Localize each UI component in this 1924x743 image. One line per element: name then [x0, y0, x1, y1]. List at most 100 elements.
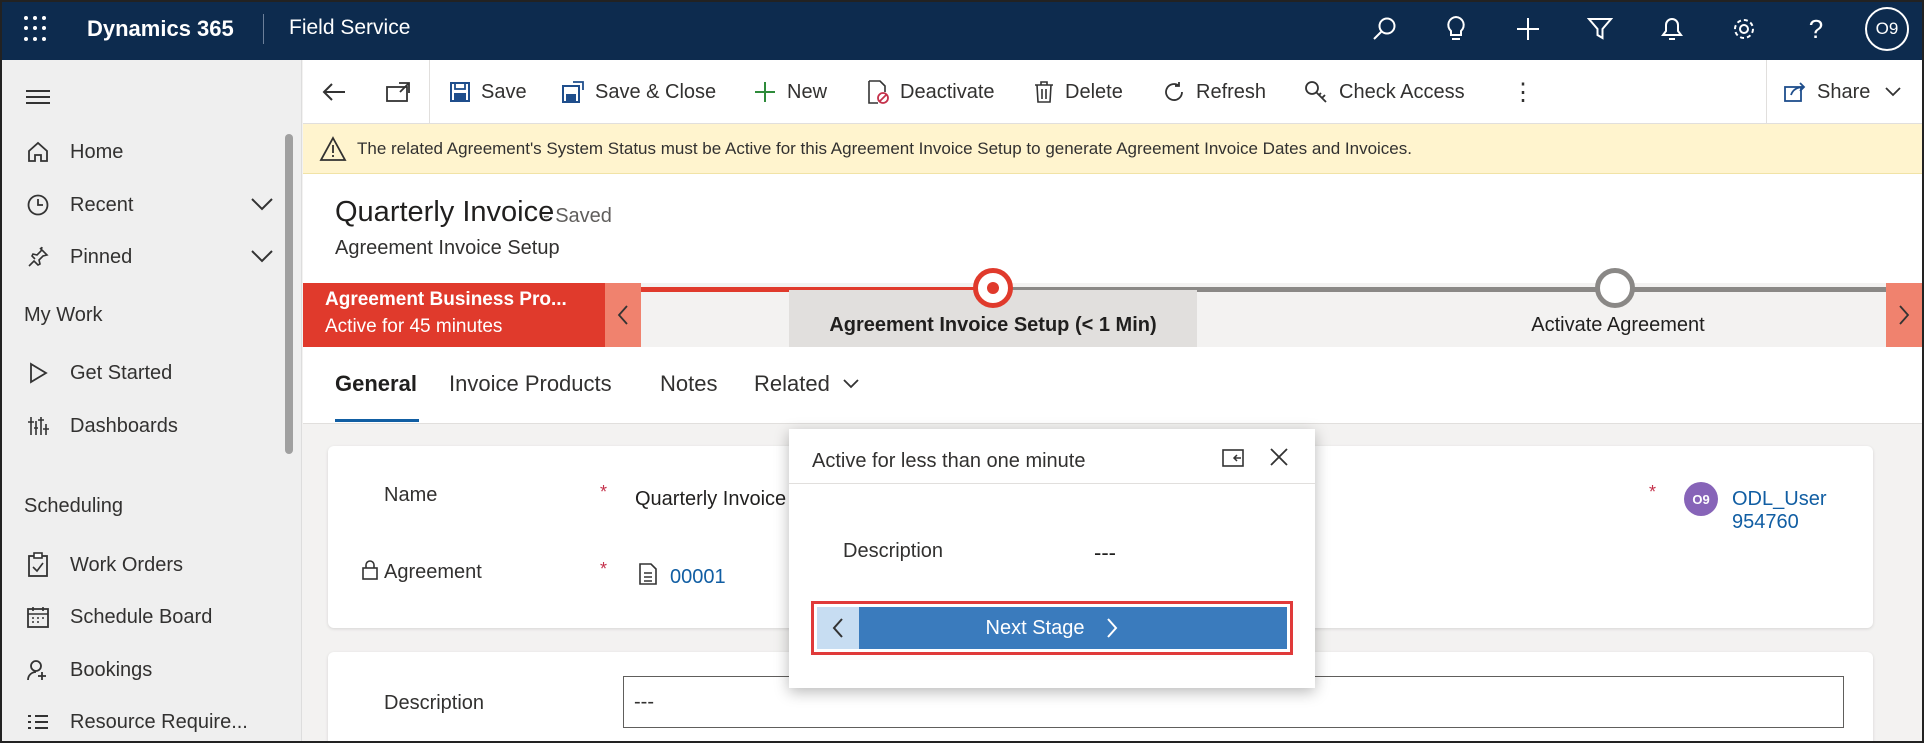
sidebar-item-resource-requirements[interactable]: Resource Require... [24, 702, 264, 741]
deactivate-icon [866, 79, 890, 105]
my-work-heading: My Work [24, 304, 103, 326]
chevron-down-icon[interactable] [250, 194, 274, 217]
app-frame: Dynamics 365 Field Service ? O9 Home Rec… [0, 0, 1924, 743]
dock-flyout-icon[interactable] [1219, 443, 1247, 471]
check-access-button[interactable]: Check Access [1303, 60, 1465, 124]
process-name: Agreement Business Pro... [325, 289, 567, 310]
process-duration: Active for 45 minutes [325, 316, 503, 337]
stage-flyout: Active for less than one minute Descript… [789, 429, 1315, 688]
sidebar-scrollbar[interactable] [285, 134, 293, 454]
agreement-lookup-link[interactable]: 00001 [670, 566, 726, 589]
command-bar: Save Save & Close New Deactivate Delete [303, 60, 1922, 124]
list-icon [24, 708, 52, 736]
sidebar-item-get-started[interactable]: Get Started [24, 353, 264, 393]
deactivate-button[interactable]: Deactivate [866, 60, 995, 124]
scheduling-heading: Scheduling [24, 495, 123, 517]
active-stage-marker[interactable] [973, 268, 1013, 308]
sidebar-item-label: Resource Require... [70, 710, 248, 733]
name-field[interactable]: Quarterly Invoice [635, 488, 786, 511]
save-button[interactable]: Save [449, 60, 527, 124]
sidebar-item-work-orders[interactable]: Work Orders [24, 545, 264, 585]
trash-icon [1033, 80, 1055, 104]
sidebar-item-recent[interactable]: Recent [24, 185, 273, 225]
plus-icon[interactable] [1513, 14, 1543, 44]
owner-lookup-link[interactable]: ODL_User 954760 [1732, 488, 1873, 534]
new-button[interactable]: New [753, 60, 827, 124]
chevron-down-icon[interactable] [250, 246, 274, 269]
required-indicator: * [600, 559, 608, 579]
close-icon[interactable] [1265, 443, 1293, 471]
refresh-icon [1162, 80, 1186, 104]
key-person-icon [1303, 80, 1329, 104]
tab-general[interactable]: General [335, 371, 417, 397]
dashboard-icon [24, 412, 52, 440]
search-icon[interactable] [1370, 14, 1400, 44]
next-stage-marker[interactable] [1595, 268, 1635, 308]
chevron-right-icon [1899, 305, 1910, 325]
tab-related[interactable]: Related [754, 371, 860, 397]
sidebar-item-label: Home [70, 140, 124, 163]
plus-icon [753, 80, 777, 104]
share-icon [1783, 81, 1807, 103]
stage-activate-agreement[interactable]: Activate Agreement [1403, 314, 1833, 337]
chevron-right-icon [1106, 617, 1118, 639]
refresh-button[interactable]: Refresh [1162, 60, 1266, 124]
bpf-previous-button[interactable] [605, 283, 641, 347]
top-navigation-bar: Dynamics 365 Field Service ? O9 [2, 2, 1922, 60]
hamburger-menu-icon[interactable] [26, 90, 50, 108]
bpf-next-button[interactable] [1886, 283, 1922, 347]
stage-label: Agreement Invoice Setup (< 1 Min) [829, 314, 1157, 336]
divider [263, 14, 264, 44]
required-indicator: * [1649, 482, 1657, 502]
process-name-panel[interactable]: Agreement Business Pro... Active for 45 … [303, 283, 605, 347]
filter-icon[interactable] [1585, 14, 1615, 44]
sidebar-item-label: Pinned [70, 245, 133, 268]
flyout-description-label: Description [843, 540, 944, 562]
sidebar-item-schedule-board[interactable]: Schedule Board [24, 597, 264, 637]
sidebar-item-label: Schedule Board [70, 605, 213, 628]
entity-name: Agreement Invoice Setup [335, 237, 560, 259]
pin-icon [24, 243, 52, 271]
sidebar: Home Recent Pinned My Work Get Started D… [2, 60, 302, 741]
required-indicator: * [600, 482, 608, 502]
bell-icon[interactable] [1657, 14, 1687, 44]
brand-name[interactable]: Dynamics 365 [87, 16, 234, 42]
owner-avatar: O9 [1684, 482, 1718, 516]
more-commands-icon[interactable]: ⋮ [1511, 60, 1535, 124]
clock-icon [24, 191, 52, 219]
flyout-description-value[interactable]: --- [1094, 540, 1116, 566]
calendar-icon [24, 603, 52, 631]
lock-icon [361, 559, 379, 586]
lightbulb-icon[interactable] [1441, 14, 1471, 44]
app-launcher-icon[interactable] [24, 16, 50, 42]
sidebar-item-bookings[interactable]: Bookings [24, 650, 264, 690]
flyout-title: Active for less than one minute [812, 450, 1086, 472]
chevron-left-icon [617, 305, 628, 325]
record-icon [638, 562, 658, 591]
sidebar-item-label: Dashboards [70, 414, 178, 437]
sidebar-item-dashboards[interactable]: Dashboards [24, 406, 264, 446]
sidebar-item-home[interactable]: Home [24, 132, 264, 172]
app-name[interactable]: Field Service [289, 16, 410, 40]
sidebar-item-pinned[interactable]: Pinned [24, 237, 273, 277]
warning-text: The related Agreement's System Status mu… [357, 138, 1412, 158]
play-icon [24, 359, 52, 387]
previous-stage-button[interactable] [817, 607, 859, 649]
tab-notes[interactable]: Notes [660, 371, 717, 397]
save-close-icon [561, 80, 585, 104]
description-label: Description [384, 692, 485, 714]
divider [429, 60, 430, 124]
agreement-label: Agreement [384, 561, 482, 583]
open-in-new-window-icon[interactable] [385, 60, 411, 124]
back-arrow-icon[interactable] [321, 60, 347, 124]
next-stage-button[interactable]: Next Stage [817, 607, 1287, 649]
user-avatar[interactable]: O9 [1865, 7, 1909, 51]
delete-button[interactable]: Delete [1033, 60, 1123, 124]
divider [1766, 60, 1767, 124]
share-button[interactable]: Share [1783, 60, 1902, 124]
sidebar-item-label: Get Started [70, 361, 173, 384]
gear-icon[interactable] [1729, 14, 1759, 44]
tab-invoice-products[interactable]: Invoice Products [449, 371, 612, 397]
save-and-close-button[interactable]: Save & Close [561, 60, 716, 124]
help-icon[interactable]: ? [1801, 14, 1831, 44]
